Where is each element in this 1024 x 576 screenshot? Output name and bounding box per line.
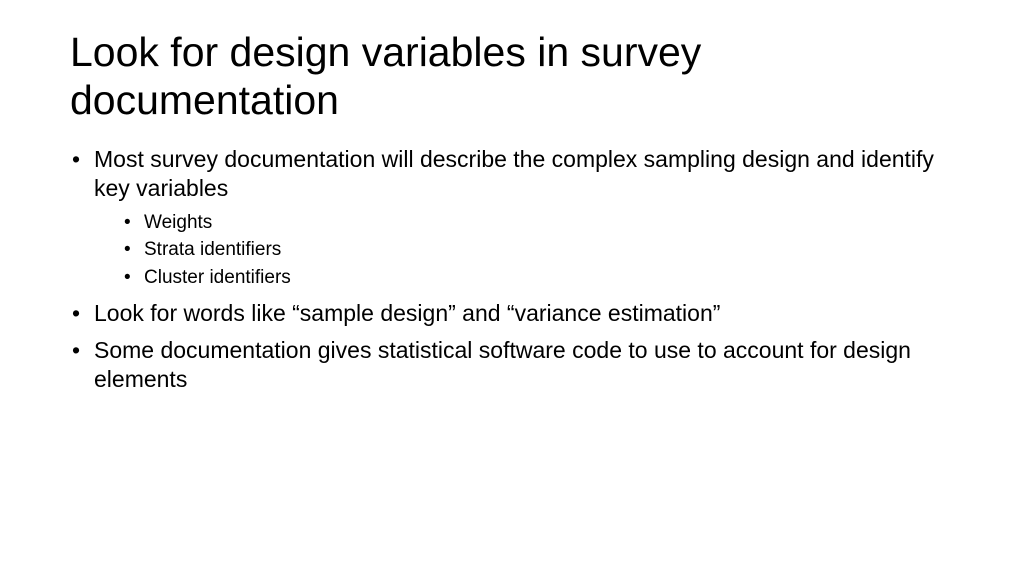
list-item: Look for words like “sample design” and … [70, 299, 954, 328]
list-item-text: Strata identifiers [144, 239, 281, 260]
list-item-text: Most survey documentation will describe … [94, 146, 934, 201]
list-item-text: Cluster identifiers [144, 267, 291, 288]
list-item: Some documentation gives statistical sof… [70, 336, 954, 395]
list-item-text: Some documentation gives statistical sof… [94, 337, 911, 392]
bullet-list: Most survey documentation will describe … [70, 145, 954, 395]
list-item: Strata identifiers [122, 237, 954, 263]
slide-title: Look for design variables in survey docu… [70, 28, 954, 125]
sub-bullet-list: Weights Strata identifiers Cluster ident… [94, 210, 954, 291]
list-item: Most survey documentation will describe … [70, 145, 954, 291]
list-item: Cluster identifiers [122, 265, 954, 291]
list-item-text: Look for words like “sample design” and … [94, 300, 720, 326]
list-item: Weights [122, 210, 954, 236]
list-item-text: Weights [144, 212, 212, 233]
